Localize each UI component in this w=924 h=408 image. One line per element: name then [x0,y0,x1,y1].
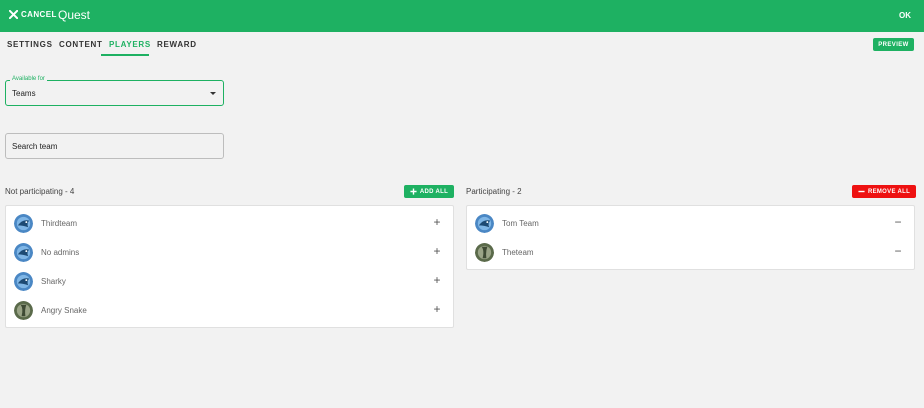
cancel-button[interactable]: CANCEL [9,10,57,19]
participating-title: Participating - 2 [466,187,522,196]
preview-button[interactable]: PREVIEW [873,38,914,51]
page-title: Quest [58,8,91,22]
team-avatar-icon [14,243,33,262]
team-avatar-icon [475,214,494,233]
team-avatar-icon [14,272,33,291]
team-row-no-admins: No admins + [6,238,453,267]
tab-reward[interactable]: REWARD [157,40,197,49]
tab-bar: SETTINGS CONTENT PLAYERS REWARD PREVIEW [0,32,924,56]
not-participating-title: Not participating - 4 [5,187,75,196]
cancel-label: CANCEL [21,10,57,19]
participating-list: Tom Team − Theteam − [466,205,915,270]
add-all-button[interactable]: ADD ALL [404,185,454,198]
team-avatar-icon [14,214,33,233]
remove-team-icon[interactable]: − [892,244,904,258]
add-team-icon[interactable]: + [431,215,443,229]
available-for-label: Available for [10,76,47,82]
remove-team-icon[interactable]: − [892,215,904,229]
team-avatar-icon [14,301,33,320]
add-team-icon[interactable]: + [431,302,443,316]
tab-settings[interactable]: SETTINGS [7,40,53,49]
add-all-label: ADD ALL [419,188,449,195]
tab-content[interactable]: CONTENT [59,40,103,49]
team-row-tom-team: Tom Team − [467,209,914,238]
add-team-icon[interactable]: + [431,273,443,287]
remove-all-label: REMOVE ALL [867,188,911,195]
team-row-angry-snake: Angry Snake + [6,296,453,325]
add-team-icon[interactable]: + [431,244,443,258]
team-row-sharky: Sharky + [6,267,453,296]
top-bar: CANCEL Quest OK [0,0,924,32]
team-name: Thirdteam [41,219,78,228]
team-name: Sharky [41,277,66,286]
available-for-select[interactable]: Available for Teams [5,76,224,106]
team-name: Angry Snake [41,306,87,315]
team-name: Tom Team [502,219,539,228]
team-row-thirdteam: Thirdteam + [6,209,453,238]
active-tab-indicator [101,54,149,56]
plus-icon [410,188,417,195]
team-avatar-icon [475,243,494,262]
tab-players[interactable]: PLAYERS [109,40,151,49]
search-team-input[interactable] [5,133,224,159]
team-name: Theteam [502,248,534,257]
minus-icon [858,190,865,193]
team-name: No admins [41,248,80,257]
chevron-down-icon [210,92,216,95]
close-icon [9,10,18,19]
not-participating-list: Thirdteam + No admins + Sharky + Angry S… [5,205,454,328]
ok-button[interactable]: OK [899,11,911,20]
remove-all-button[interactable]: REMOVE ALL [852,185,916,198]
team-row-theteam: Theteam − [467,238,914,267]
available-for-value: Teams [12,89,36,98]
